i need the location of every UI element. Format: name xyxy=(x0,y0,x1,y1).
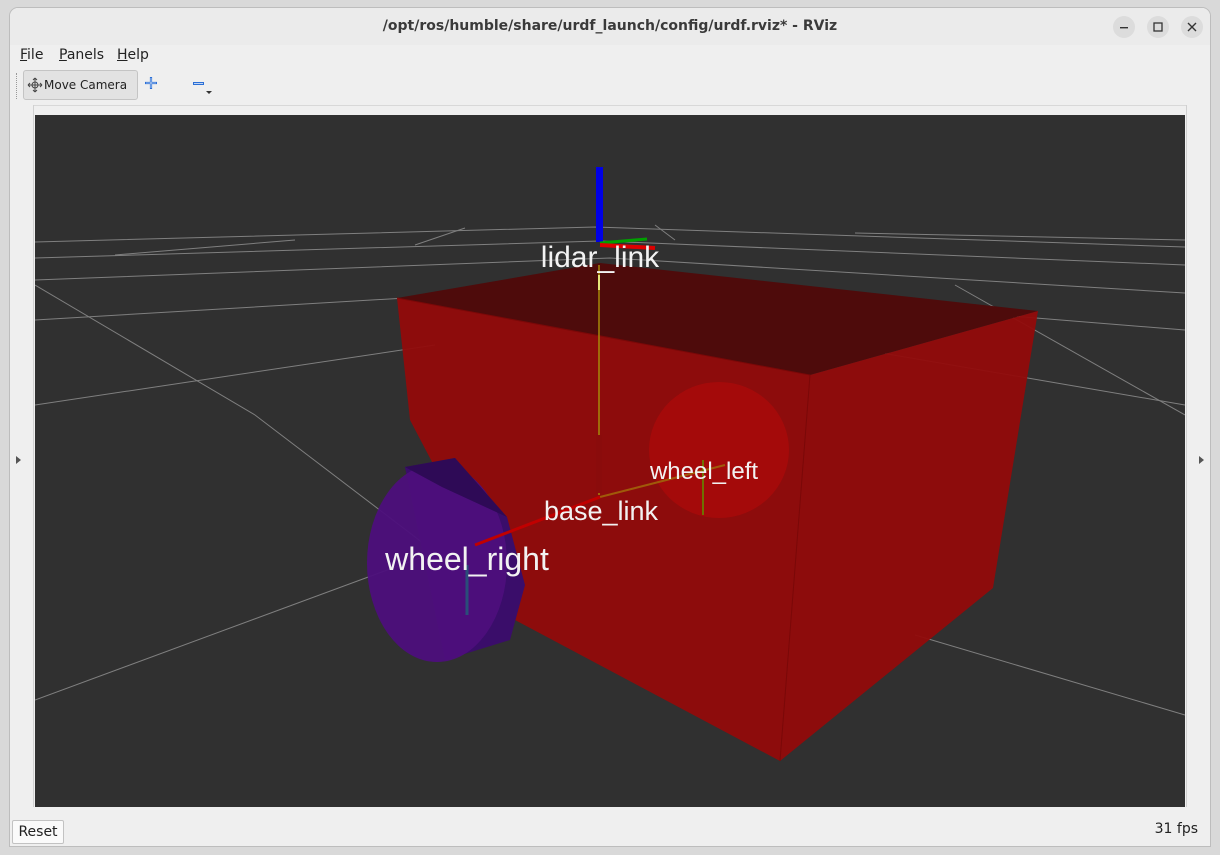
right-dock-collapse[interactable] xyxy=(1186,105,1210,807)
maximize-icon xyxy=(1153,22,1163,32)
move-camera-button[interactable]: Move Camera xyxy=(23,70,138,100)
fps-readout: 31 fps xyxy=(1154,821,1198,837)
toolbar-handle[interactable] xyxy=(16,73,20,99)
reset-button[interactable]: Reset xyxy=(12,820,64,844)
label-wheel-right: wheel_right xyxy=(384,541,549,577)
expand-left-icon xyxy=(16,456,21,464)
left-dock-collapse[interactable] xyxy=(10,105,34,807)
move-camera-label: Move Camera xyxy=(44,78,128,92)
menu-help[interactable]: Help xyxy=(117,47,149,63)
menu-bar: File Panels Help xyxy=(10,45,1210,68)
menu-help-label: elp xyxy=(127,47,149,63)
maximize-button[interactable] xyxy=(1147,16,1169,38)
add-tool-button[interactable] xyxy=(143,75,159,91)
scene-canvas: lidar_link base_link wheel_left wheel_ri… xyxy=(34,115,1186,807)
menu-file[interactable]: File xyxy=(20,47,43,63)
menu-help-mnemonic: H xyxy=(117,47,128,63)
label-base-link: base_link xyxy=(544,496,659,526)
menu-file-label: ile xyxy=(27,47,44,63)
add-tool-icon xyxy=(145,77,157,89)
remove-tool-icon xyxy=(193,82,212,94)
label-wheel-left: wheel_left xyxy=(649,458,758,485)
remove-tool-button[interactable] xyxy=(191,75,215,95)
menu-panels-label: anels xyxy=(66,47,105,63)
menu-file-mnemonic: F xyxy=(20,47,28,63)
window-title: /opt/ros/humble/share/urdf_launch/config… xyxy=(382,18,838,34)
menu-panels-mnemonic: P xyxy=(59,47,67,63)
status-bar: Reset 31 fps xyxy=(10,816,1210,846)
expand-right-icon xyxy=(1199,456,1204,464)
title-bar: /opt/ros/humble/share/urdf_launch/config… xyxy=(10,8,1210,46)
move-camera-icon xyxy=(27,77,43,93)
3d-render-viewport[interactable]: lidar_link base_link wheel_left wheel_ri… xyxy=(34,115,1186,807)
minimize-button[interactable] xyxy=(1113,16,1135,38)
close-button[interactable] xyxy=(1181,16,1203,38)
tools-toolbar: Move Camera xyxy=(10,67,1210,106)
close-icon xyxy=(1187,22,1197,32)
rviz-window: /opt/ros/humble/share/urdf_launch/config… xyxy=(10,8,1210,846)
label-lidar-link: lidar_link xyxy=(541,241,660,274)
menu-panels[interactable]: Panels xyxy=(59,47,104,63)
wheel-left-shape xyxy=(649,382,789,518)
minimize-icon xyxy=(1120,27,1128,29)
